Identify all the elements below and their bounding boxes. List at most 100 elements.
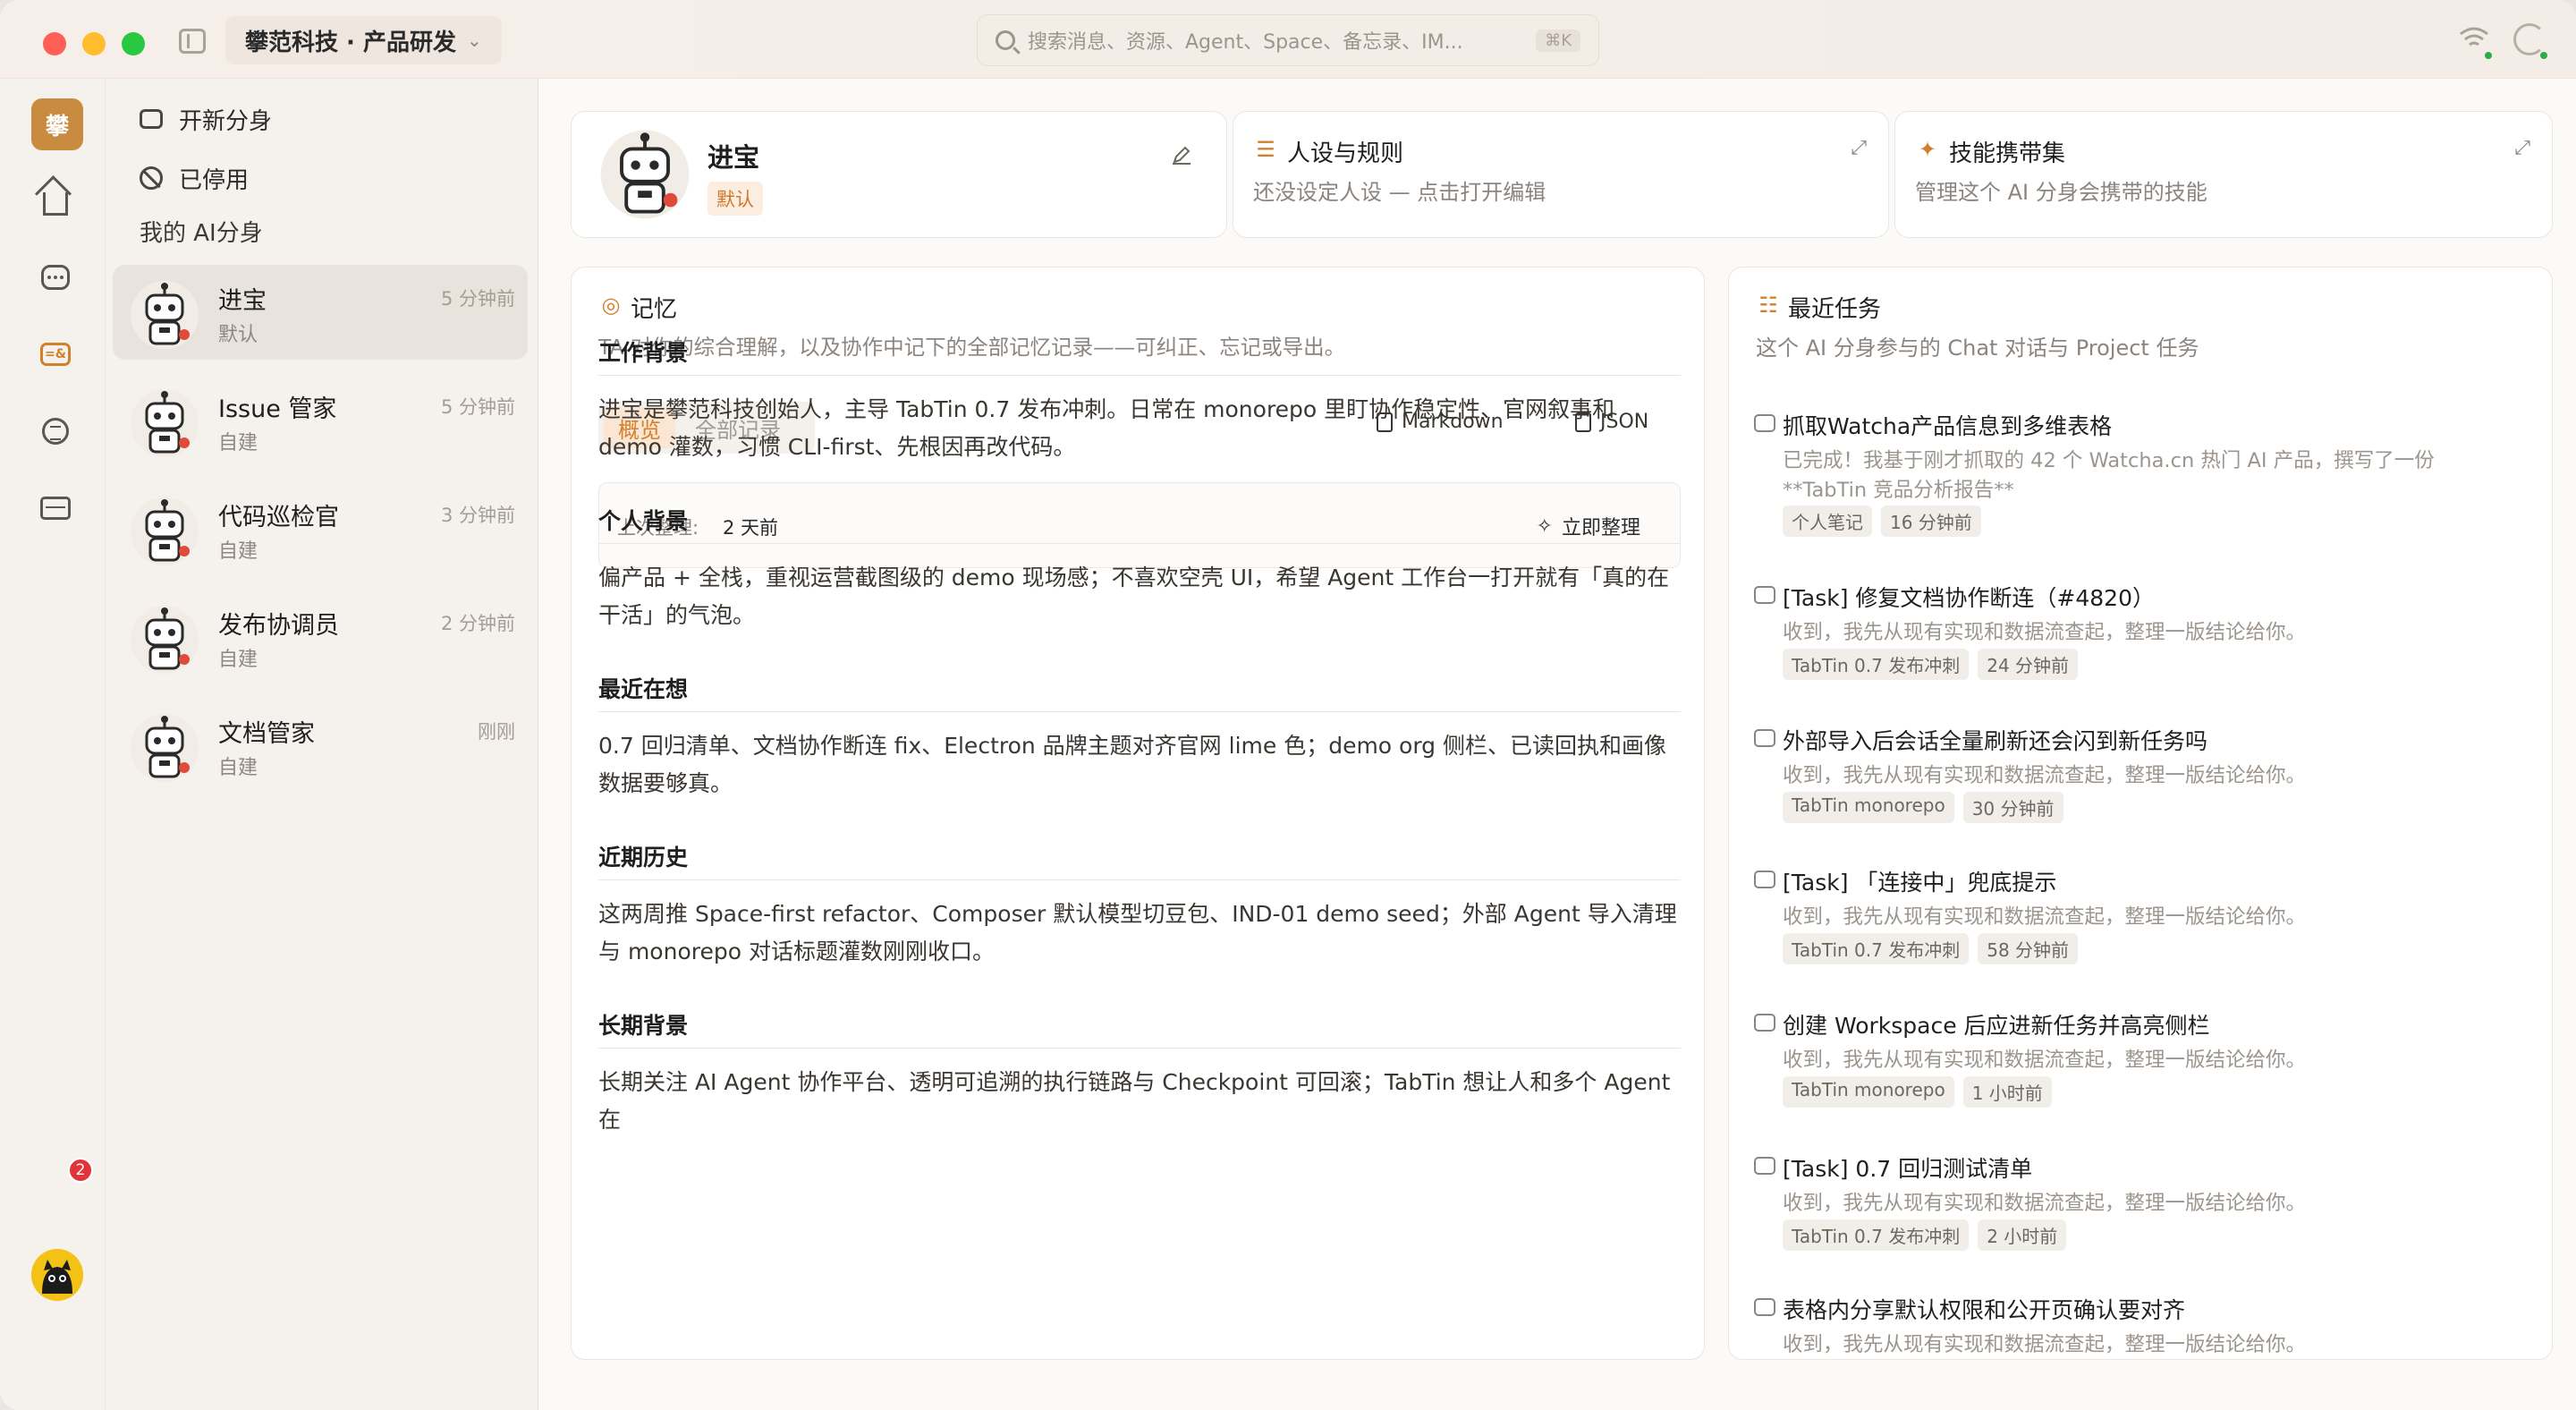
- disabled-agents-button[interactable]: 已停用: [122, 152, 515, 204]
- org-switcher[interactable]: 攀范科技 · 产品研发 ⌄: [225, 16, 502, 64]
- memory-card: ◎ 记忆 TA 对你的综合理解，以及协作中记下的全部记忆记录——可纠正、忘记或导…: [571, 267, 1705, 1360]
- memory-section-heading: 最近在想: [598, 676, 689, 702]
- task-chips: TabTin 0.7 发布冲刺 2 小时前: [1783, 1219, 2067, 1251]
- close-window-button[interactable]: [43, 32, 66, 55]
- expand-icon[interactable]: ⤢: [1851, 137, 1867, 159]
- agent-icon[interactable]: =&: [39, 338, 72, 370]
- task-item[interactable]: 外部导入后会话全量刷新还会闪到新任务吗 收到，我先从现有实现和数据流查起，整理一版…: [1729, 724, 2538, 858]
- section-title: 我的 AI分身: [140, 220, 263, 247]
- memory-section-text: 这两周推 Space-first refactor、Composer 默认模型切…: [598, 901, 1677, 964]
- task-chips: TabTin monorepo 30 分钟前: [1783, 792, 2063, 823]
- last-tidy-bar: 上次整理: 2 天前 ✧ 立即整理: [598, 482, 1681, 568]
- sync-icon[interactable]: [2513, 23, 2546, 55]
- task-chips: 个人笔记 16 分钟前: [1783, 505, 1981, 537]
- task-description: 收到，我先从现有实现和数据流查起，整理一版结论给你。: [1783, 764, 2307, 787]
- org-name: 攀范科技 · 产品研发: [245, 29, 456, 56]
- persona-card[interactable]: ☰ 人设与规则 还没设定人设 — 点击打开编辑 ⤢: [1233, 111, 1889, 238]
- agent-type: 自建: [218, 757, 258, 779]
- folder-icon[interactable]: [39, 492, 72, 524]
- chat-bubble-icon: [1754, 729, 1775, 747]
- chat-bubble-icon: [1754, 1298, 1775, 1316]
- agent-list-item[interactable]: 进宝 默认 5 分钟前: [113, 265, 528, 360]
- task-name: [Task] 修复文档协作断连（#4820）: [1783, 585, 2155, 611]
- agent-avatar: [598, 128, 691, 221]
- sparkle-icon: ✧: [1536, 514, 1553, 538]
- list-icon[interactable]: [39, 415, 72, 447]
- sync-status-dot: [2540, 52, 2547, 59]
- memory-icon: ◎: [601, 293, 621, 318]
- tidy-now-button[interactable]: ✧ 立即整理: [1537, 512, 1640, 540]
- task-item[interactable]: [Task] 「连接中」兜底提示收到，我先从现有实现和数据流查起，整理一版结论给…: [1729, 865, 2538, 999]
- agent-list-item[interactable]: 代码巡检官 自建 3 分钟前: [113, 481, 528, 576]
- task-item[interactable]: 抓取Watcha产品信息到多维表格 已完成！我基于刚才抓取的 42 个 Watch…: [1729, 409, 2538, 543]
- skills-title: 技能携带集: [1949, 140, 2066, 167]
- task-chip: 个人笔记: [1783, 505, 1872, 537]
- icon-rail: 攀 =&: [0, 79, 106, 1410]
- task-item[interactable]: [Task] 修复文档协作断连（#4820） 收到，我先从现有实现和数据流查起，整…: [1729, 581, 2538, 715]
- task-name: 创建 Workspace 后应进新任务并高亮侧栏: [1783, 1013, 2210, 1039]
- task-chip: 24 分钟前: [1978, 649, 2079, 680]
- wifi-icon[interactable]: [2458, 25, 2490, 52]
- memory-section-text: 偏产品 + 全栈，重视运营截图级的 demo 现场感；不喜欢空壳 UI，希望 A…: [598, 565, 1670, 628]
- search-icon: [996, 30, 1015, 50]
- profile-card[interactable]: 进宝 默认: [571, 111, 1227, 238]
- task-chip: TabTin 0.7 发布冲刺: [1783, 649, 1970, 680]
- agent-name: 发布协调员: [218, 612, 339, 640]
- task-chip: 2 小时前: [1978, 1219, 2067, 1251]
- expand-icon[interactable]: ⤢: [2514, 137, 2530, 159]
- task-description: 收到，我先从现有实现和数据流查起，整理一版结论给你。: [1783, 1333, 2307, 1356]
- agent-list-item[interactable]: 发布协调员 自建 2 分钟前: [113, 590, 528, 684]
- memory-section-heading: 近期历史: [598, 845, 689, 871]
- task-name: [Task] 「连接中」兜底提示: [1783, 870, 2057, 896]
- new-agent-button[interactable]: 开新分身: [122, 93, 515, 145]
- ban-icon: [140, 166, 163, 190]
- zoom-window-button[interactable]: [122, 32, 145, 55]
- skills-subtitle: 管理这个 AI 分身会携带的技能: [1915, 180, 2207, 205]
- profile-name: 进宝: [708, 142, 760, 173]
- search-shortcut: ⌘K: [1536, 29, 1580, 52]
- inbox-badge: 2: [68, 1158, 93, 1183]
- task-description: 收到，我先从现有实现和数据流查起，整理一版结论给你。: [1783, 1192, 2307, 1215]
- memory-subtitle: TA 对你的综合理解，以及协作中记下的全部记忆记录——可纠正、忘记或导出。: [598, 335, 1346, 360]
- memory-section-heading: 个人背景: [598, 508, 689, 534]
- agent-type: 默认: [218, 324, 258, 346]
- bot-icon: [140, 109, 163, 129]
- agent-list-item[interactable]: 文档管家 自建 刚刚: [113, 698, 528, 793]
- minimize-window-button[interactable]: [82, 32, 106, 55]
- default-tag: 默认: [708, 182, 763, 216]
- chevron-down-icon: ⌄: [466, 30, 482, 51]
- tasks-subtitle: 这个 AI 分身参与的 Chat 对话与 Project 任务: [1756, 336, 2199, 361]
- edit-icon[interactable]: [1171, 144, 1192, 166]
- home-icon[interactable]: [39, 184, 72, 217]
- user-avatar[interactable]: [31, 1249, 83, 1301]
- sidebar-toggle-icon[interactable]: [179, 29, 206, 54]
- chat-icon[interactable]: [39, 261, 72, 293]
- task-description: 收到，我先从现有实现和数据流查起，整理一版结论给你。: [1783, 905, 2307, 929]
- agent-sidebar: 开新分身已停用我的 AI分身进宝 默认 5 分钟前 Issue 管家 自建 5 分钟前 代码…: [106, 79, 538, 1410]
- workspace-avatar[interactable]: 攀: [31, 98, 83, 150]
- task-item[interactable]: [Task] 0.7 回归测试清单收到，我先从现有实现和数据流查起，整理一版结论…: [1729, 1151, 2538, 1286]
- memory-section-text: 长期关注 AI Agent 协作平台、透明可追溯的执行链路与 Checkpoin…: [598, 1069, 1671, 1133]
- section-divider: [598, 879, 1681, 880]
- task-name: [Task] 0.7 回归测试清单: [1783, 1156, 2033, 1182]
- task-chip: 58 分钟前: [1978, 933, 2079, 964]
- global-search[interactable]: 搜索消息、资源、Agent、Space、备忘录、IM... ⌘K: [977, 14, 1599, 66]
- chat-bubble-icon: [1754, 871, 1775, 888]
- task-chip: TabTin 0.7 发布冲刺: [1783, 933, 1970, 964]
- task-chip: 16 分钟前: [1881, 505, 1981, 537]
- skills-card[interactable]: ✦ 技能携带集 管理这个 AI 分身会携带的技能 ⤢: [1894, 111, 2553, 238]
- title-bar: 攀范科技 · 产品研发 ⌄ 搜索消息、资源、Agent、Space、备忘录、IM…: [0, 0, 2576, 79]
- task-item[interactable]: 创建 Workspace 后应进新任务并高亮侧栏 收到，我先从现有实现和数据流查起…: [1729, 1008, 2538, 1142]
- agent-list-item[interactable]: Issue 管家 自建 5 分钟前: [113, 373, 528, 468]
- memory-section-heading: 长期背景: [598, 1013, 689, 1039]
- memory-section-text: 0.7 回归清单、文档协作断连 fix、Electron 品牌主题对齐官网 li…: [598, 733, 1666, 796]
- section-divider: [598, 543, 1681, 544]
- agent-avatar: [129, 279, 200, 351]
- rules-icon: ☰: [1256, 137, 1275, 162]
- agent-time: 3 分钟前: [440, 505, 515, 526]
- recent-tasks-card: ☷ 最近任务 这个 AI 分身参与的 Chat 对话与 Project 任务 抓…: [1728, 267, 2553, 1360]
- task-item[interactable]: 表格内分享默认权限和公开页确认要对齐 收到，我先从现有实现和数据流查起，整理一版结…: [1729, 1293, 2538, 1359]
- task-chip: 1 小时前: [1962, 1076, 2052, 1108]
- memory-title: 记忆: [631, 296, 678, 323]
- task-chip: 30 分钟前: [1962, 792, 2063, 823]
